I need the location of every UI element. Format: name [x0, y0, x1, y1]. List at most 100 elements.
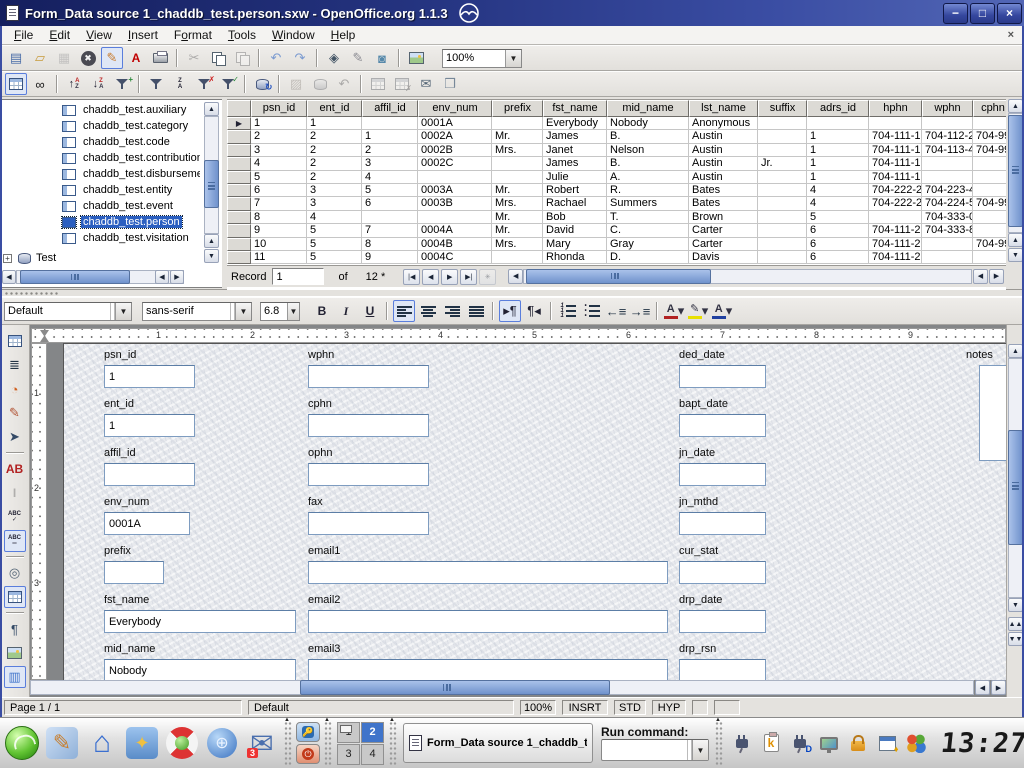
grid-cell[interactable]: 2 — [307, 171, 362, 184]
explorer-onoff-icon[interactable] — [5, 73, 27, 95]
grid-cell[interactable]: Davis — [689, 251, 758, 264]
scroll-left-icon[interactable]: ◀ — [2, 270, 16, 284]
grid-cell[interactable]: 6 — [807, 224, 869, 237]
font-name-input[interactable] — [143, 305, 230, 317]
status-selection-mode[interactable]: STD — [614, 700, 646, 715]
grid-cell[interactable]: 0004B — [418, 238, 492, 251]
suse-menu-icon[interactable] — [2, 722, 42, 764]
grid-cell[interactable]: 1 — [807, 130, 869, 143]
expand-icon[interactable]: + — [3, 254, 12, 263]
redo-icon[interactable]: ↷ — [289, 47, 311, 69]
grid-cell[interactable]: 704-113-4 — [922, 144, 973, 157]
cut-icon[interactable]: ✂ — [183, 47, 205, 69]
grid-cell[interactable]: Carter — [689, 224, 758, 237]
decrease-indent-icon[interactable]: ←≡ — [605, 300, 627, 322]
field-input-ent_id[interactable] — [104, 414, 195, 437]
tree-item[interactable]: chaddb_test.event — [2, 198, 200, 214]
next-page-icon[interactable]: ▼▼ — [1008, 632, 1023, 646]
grid-cell[interactable]: 704-111-2 — [869, 224, 922, 237]
run-command-combo[interactable]: ▼ — [601, 739, 709, 761]
scroll-up-icon[interactable]: ▲ — [204, 234, 219, 248]
grid-cell[interactable]: Austin — [689, 130, 758, 143]
grid-cell[interactable] — [758, 197, 807, 210]
applet-handle[interactable] — [284, 721, 292, 765]
menu-edit[interactable]: Edit — [41, 27, 78, 43]
applet-handle[interactable] — [389, 721, 397, 765]
zoom-input[interactable] — [443, 52, 505, 64]
scroll-down-icon[interactable]: ▼ — [204, 249, 219, 263]
grid-cell[interactable]: A. — [607, 171, 689, 184]
grid-cell[interactable]: 704-99 — [973, 144, 1006, 157]
export-pdf-icon[interactable]: A — [125, 47, 147, 69]
grid-cell[interactable]: Rachael — [543, 197, 607, 210]
apply-filter-icon[interactable]: ✓ — [217, 73, 239, 95]
field-input-affil_id[interactable] — [104, 463, 195, 486]
grid-cell[interactable] — [758, 238, 807, 251]
row-header[interactable] — [227, 130, 251, 143]
pager-desktop-4[interactable]: 4 — [361, 744, 384, 765]
print-file-icon[interactable] — [149, 47, 171, 69]
home-icon[interactable]: ⌂ — [82, 722, 122, 764]
grid-cell[interactable]: Mr. — [492, 211, 543, 224]
display-icon[interactable] — [818, 732, 840, 754]
grid-cell[interactable]: 0003A — [418, 184, 492, 197]
insert-objects-icon[interactable]: ◔ — [4, 378, 26, 400]
grid-cell[interactable]: Nelson — [607, 144, 689, 157]
new-document-icon[interactable]: ▤ — [5, 47, 27, 69]
grid-cell[interactable]: 1 — [307, 117, 362, 130]
grid-cell[interactable] — [758, 211, 807, 224]
numbering-icon[interactable]: 111 — [557, 300, 579, 322]
grid-cell[interactable]: Bates — [689, 197, 758, 210]
grid-cell[interactable]: 6 — [362, 197, 418, 210]
tree-root-test[interactable]: + Test — [3, 250, 56, 266]
edit-data-icon[interactable]: ▨ — [285, 73, 307, 95]
status-zoom[interactable]: 100% — [520, 700, 556, 715]
data-to-text-icon[interactable]: ✉ — [415, 73, 437, 95]
grid-column-header[interactable]: mid_name — [607, 100, 689, 117]
grid-cell[interactable]: 704-99 — [973, 130, 1006, 143]
grid-cell[interactable] — [973, 171, 1006, 184]
field-input-email3[interactable] — [308, 659, 668, 680]
grid-cell[interactable]: Summers — [607, 197, 689, 210]
grid-cell[interactable] — [869, 117, 922, 130]
row-header[interactable] — [227, 197, 251, 210]
grid-cell[interactable]: 0004A — [418, 224, 492, 237]
scroll-thumb[interactable] — [300, 680, 610, 695]
row-header[interactable] — [227, 184, 251, 197]
grid-cell[interactable] — [362, 211, 418, 224]
grid-cell[interactable]: Jr. — [758, 157, 807, 170]
row-header[interactable] — [227, 251, 251, 264]
grid-cell[interactable]: B. — [607, 157, 689, 170]
scroll-left-icon[interactable]: ◀ — [155, 270, 169, 284]
grid-column-header[interactable]: ent_id — [307, 100, 362, 117]
grid-column-header[interactable]: wphn — [922, 100, 973, 117]
grid-column-header[interactable]: psn_id — [251, 100, 307, 117]
datasource-splitter[interactable] — [0, 290, 1024, 297]
grid-cell[interactable]: 1 — [807, 144, 869, 157]
grid-cell[interactable]: 0002A — [418, 130, 492, 143]
row-header[interactable] — [227, 224, 251, 237]
web-browser-icon[interactable]: ⊕ — [202, 722, 242, 764]
grid-cell[interactable]: Carter — [689, 238, 758, 251]
taskbar-window-button[interactable]: Form_Data source 1_chaddb_t — [403, 723, 593, 763]
insert-graphics-icon[interactable] — [405, 47, 427, 69]
grid-cell[interactable] — [973, 211, 1006, 224]
find-record-icon[interactable]: ∞ — [29, 73, 51, 95]
previous-record-icon[interactable]: ◀ — [422, 269, 439, 285]
grid-cell[interactable]: 5 — [307, 251, 362, 264]
pager-desktop-1[interactable]: 1 — [337, 722, 360, 743]
organizer-alarm-icon[interactable] — [876, 732, 898, 754]
grid-cell[interactable]: Anonymous — [689, 117, 758, 130]
run-command-input[interactable] — [602, 744, 687, 756]
scroll-up-icon[interactable]: ▲ — [1008, 344, 1023, 358]
close-document-icon[interactable]: × — [1004, 29, 1018, 41]
mail-merge-icon[interactable]: ❒ — [439, 73, 461, 95]
menu-window[interactable]: Window — [264, 27, 323, 43]
grid-cell[interactable]: 704-333-0 — [922, 211, 973, 224]
field-input-drp_rsn[interactable] — [679, 659, 766, 680]
grid-cell[interactable]: 704-112-2 — [922, 130, 973, 143]
insert-data-rows-icon[interactable] — [367, 73, 389, 95]
grid-cell[interactable]: Austin — [689, 144, 758, 157]
grid-cell[interactable]: 704-111-2 — [869, 251, 922, 264]
paragraph-style-input[interactable] — [5, 305, 110, 317]
